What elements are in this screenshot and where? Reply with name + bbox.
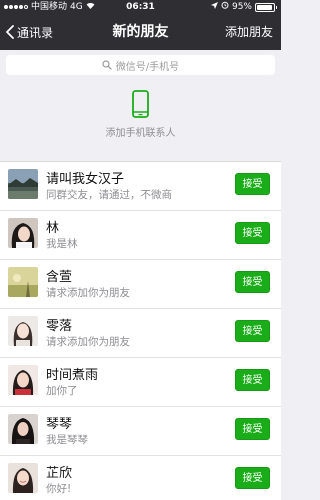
back-button[interactable]: 通讯录 <box>6 14 53 50</box>
friend-message: 加你了 <box>46 385 78 397</box>
friend-request-item[interactable]: 林 我是林 接受 <box>0 211 281 260</box>
add-phone-contacts-label: 添加手机联系人 <box>105 128 176 139</box>
avatar-girl-red[interactable] <box>8 365 38 395</box>
avatar-girl-light[interactable] <box>8 316 38 346</box>
new-friends-screen: 中国移动 4G 06:31 95% 通讯录 新的朋友 添加朋友 微信号/手机号 … <box>0 0 281 500</box>
battery-icon <box>255 2 275 12</box>
avatar-landscape[interactable] <box>8 169 38 199</box>
navigation-bar: 通讯录 新的朋友 添加朋友 <box>0 14 281 50</box>
friend-name: 零落 <box>46 319 73 334</box>
friend-request-item[interactable]: 时间煮雨 加你了 接受 <box>0 358 281 407</box>
accept-button[interactable]: 接受 <box>235 369 270 391</box>
accept-button[interactable]: 接受 <box>235 271 270 293</box>
location-arrow-icon <box>210 0 218 14</box>
friend-name: 林 <box>46 221 60 236</box>
accept-button[interactable]: 接受 <box>235 173 270 195</box>
search-icon <box>102 60 112 70</box>
accept-button[interactable]: 接受 <box>235 467 270 489</box>
back-label: 通讯录 <box>17 25 54 40</box>
accept-button[interactable]: 接受 <box>235 320 270 342</box>
friend-message: 请求添加你为朋友 <box>46 336 130 348</box>
add-phone-contacts[interactable]: 添加手机联系人 <box>0 80 281 144</box>
friend-name: 请叫我女汉子 <box>46 172 125 187</box>
accept-button[interactable]: 接受 <box>235 418 270 440</box>
friend-name: 含萱 <box>46 270 73 285</box>
search-bar: 微信号/手机号 <box>0 50 281 80</box>
avatar-yellow-field[interactable] <box>8 267 38 297</box>
friend-message: 同群交友，请通过，不微商 <box>46 189 172 201</box>
avatar-girl-smile[interactable] <box>8 463 38 493</box>
friend-request-item[interactable]: 含萱 请求添加你为朋友 接受 <box>0 260 281 309</box>
avatar-girl-dark[interactable] <box>8 414 38 444</box>
avatar-girl-dark-hair[interactable] <box>8 218 38 248</box>
friend-name: 时间煮雨 <box>46 368 99 383</box>
status-right: 95% <box>210 0 277 14</box>
friend-message: 我是琴琴 <box>46 434 88 446</box>
friend-message: 请求添加你为朋友 <box>46 287 130 299</box>
friend-request-item[interactable]: 零落 请求添加你为朋友 接受 <box>0 309 281 358</box>
friend-request-item[interactable]: 芷欣 你好! 接受 <box>0 456 281 500</box>
search-input[interactable]: 微信号/手机号 <box>6 55 275 75</box>
friend-request-list: 请叫我女汉子 同群交友，请通过，不微商 接受 林 我是林 接受 含萱 请求添加你… <box>0 161 281 500</box>
friend-message: 我是林 <box>46 238 78 250</box>
battery-cap <box>276 5 277 9</box>
friend-name: 芷欣 <box>46 466 73 481</box>
friend-message: 你好! <box>46 483 72 495</box>
friend-name: 琴琴 <box>46 417 73 432</box>
battery-level-fill <box>257 4 273 10</box>
status-bar: 中国移动 4G 06:31 95% <box>0 0 281 14</box>
friend-request-item[interactable]: 请叫我女汉子 同群交友，请通过，不微商 接受 <box>0 162 281 211</box>
add-friend-button[interactable]: 添加朋友 <box>225 14 273 50</box>
battery-percent: 95% <box>231 2 252 12</box>
phone-icon <box>132 90 149 122</box>
alarm-icon <box>221 0 229 14</box>
accept-button[interactable]: 接受 <box>235 222 270 244</box>
chevron-left-icon <box>6 25 14 39</box>
search-placeholder: 微信号/手机号 <box>115 61 180 73</box>
friend-request-item[interactable]: 琴琴 我是琴琴 接受 <box>0 407 281 456</box>
